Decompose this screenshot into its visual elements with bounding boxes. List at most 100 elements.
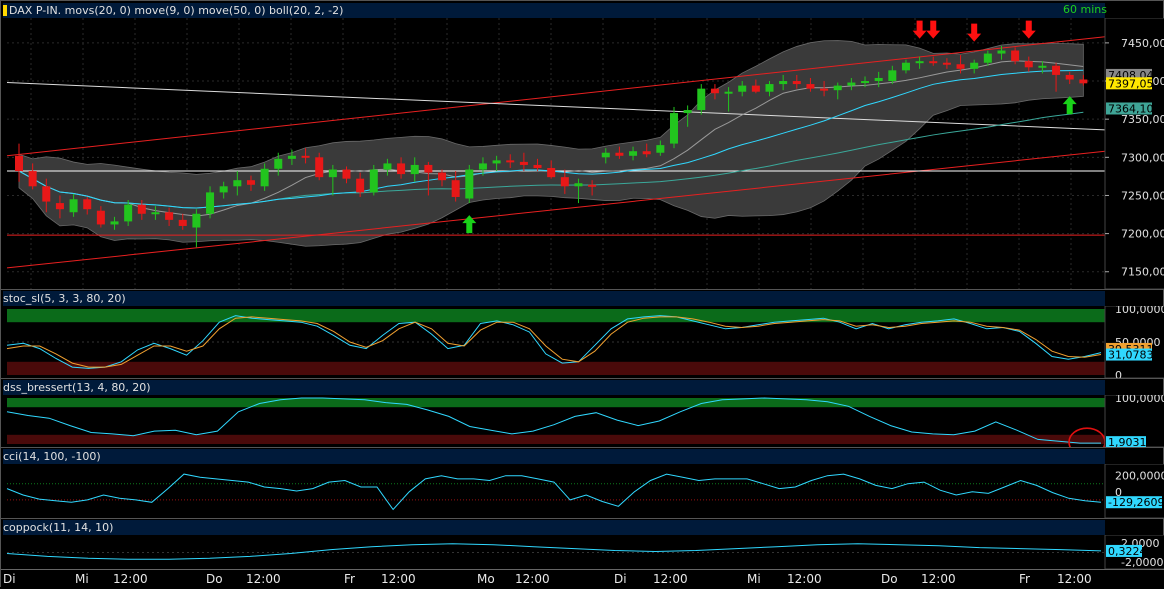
time-axis[interactable]: Di Mi 12:00 Do 12:00 Fr 12:00 Mo 12:00 Di 12:00 Mi 1… [1, 569, 1164, 589]
candle-body [861, 81, 870, 84]
candle-body [151, 212, 160, 215]
candle-body [110, 221, 119, 225]
time-axis-label: 12:00 [381, 572, 416, 586]
buy-arrow-icon [1062, 96, 1077, 115]
candle-body [438, 172, 447, 181]
candle-body [165, 212, 174, 220]
candle-body [342, 169, 351, 179]
candle-body [96, 210, 105, 225]
stoc-header-bar [3, 291, 1105, 306]
panel-separator[interactable] [1, 289, 1164, 290]
candle-body [724, 91, 733, 94]
price-chart[interactable]: 7450,007400,007350,007300,007250,007200,… [1, 18, 1164, 289]
candle-body [806, 84, 815, 89]
candle-body [915, 61, 924, 64]
time-axis-label: Do [881, 572, 898, 586]
candle-body [410, 164, 419, 175]
stoc-tick-label: 100,0000 [1115, 306, 1164, 316]
time-axis-label: Di [3, 572, 16, 586]
panel-separator[interactable] [1, 518, 1164, 519]
candle-body [83, 199, 92, 210]
candle-body [178, 219, 187, 226]
candle-body [233, 180, 242, 187]
candle-body [192, 213, 201, 228]
candle-body [847, 82, 856, 86]
candle-body [274, 158, 283, 169]
candle-body [1052, 65, 1061, 75]
overbought-zone [7, 398, 1105, 408]
price-tick-label: 7150,00 [1121, 266, 1164, 279]
time-axis-label: 12:00 [113, 572, 148, 586]
candle-body [1065, 74, 1074, 80]
time-axis-label: 12:00 [787, 572, 822, 586]
candle-body [642, 151, 651, 155]
sell-arrow-icon [1021, 20, 1036, 39]
stoc-tick-label: 0 [1115, 369, 1122, 378]
price-tick-label: 7250,00 [1121, 189, 1164, 202]
stoc-panel-title: stoc_sl(5, 3, 3, 80, 20) [3, 292, 126, 305]
candle-body [260, 168, 269, 187]
candle-body [983, 53, 992, 63]
dss-chart[interactable]: 100,000001,9031 [1, 395, 1164, 447]
sell-arrow-icon [926, 20, 941, 39]
oversold-zone [7, 434, 1105, 444]
stoc-marker-label: 31,0783 [1108, 349, 1154, 362]
price-tick-label: 7300,00 [1121, 151, 1164, 164]
candle-body [1079, 79, 1088, 84]
dss-header-bar [3, 380, 1105, 395]
candle-body [601, 152, 610, 158]
candle-body [697, 88, 706, 111]
cci-chart[interactable]: 200,00000-129,2609 [1, 464, 1164, 518]
oversold-zone [7, 361, 1105, 375]
candle-body [615, 152, 624, 156]
coppock-marker-label: 0,3224 [1108, 545, 1147, 558]
candle-body [792, 81, 801, 85]
panel-icon [3, 5, 7, 16]
candle-body [15, 155, 23, 172]
candle-body [574, 183, 583, 187]
coppock-header-bar [3, 520, 1105, 535]
stoc-chart[interactable]: 100,000050,0000039,531131,0783 [1, 306, 1164, 378]
candle-body [451, 180, 460, 197]
chart-window: DAX P-IN. movs(20, 0) move(9, 0) move(50… [0, 0, 1164, 589]
price-title-text: DAX P-IN. movs(20, 0) move(9, 0) move(50… [9, 4, 344, 17]
candle-body [356, 178, 365, 193]
timeframe-label: 60 mins [1063, 3, 1107, 16]
candle-body [547, 167, 556, 178]
candle-body [669, 113, 678, 144]
candle-body [28, 171, 37, 187]
candle-body [997, 50, 1006, 54]
candle-body [465, 169, 474, 199]
candle-body [929, 61, 938, 64]
price-marker-label: 7397,05 [1108, 77, 1154, 90]
candle-body [55, 203, 64, 210]
candle-body [751, 85, 760, 92]
dss-panel-title: dss_bressert(13, 4, 80, 20) [3, 381, 151, 394]
candle-body [124, 204, 133, 222]
candle-body [683, 110, 692, 114]
coppock-chart[interactable]: 2,0000-2,00000,3224 [1, 535, 1164, 569]
candle-body [888, 70, 897, 82]
panel-separator[interactable] [1, 447, 1164, 448]
candle-body [956, 64, 965, 69]
cci-tick-label: 200,0000 [1115, 470, 1164, 483]
panel-separator[interactable] [1, 378, 1164, 379]
time-axis-label: 12:00 [653, 572, 688, 586]
candle-body [383, 163, 392, 170]
time-axis-label: 12:00 [1057, 572, 1092, 586]
cci-line [6, 473, 1102, 511]
candle-body [588, 184, 597, 187]
candle-body [328, 169, 337, 178]
price-tick-label: 7450,00 [1121, 37, 1164, 50]
candle-body [478, 163, 487, 170]
candle-body [656, 145, 665, 153]
candle-body [369, 169, 378, 193]
sell-arrow-icon [967, 23, 982, 42]
candle-body [519, 161, 528, 165]
candle-body [820, 88, 829, 91]
dss-marker-label: 1,9031 [1108, 436, 1147, 447]
candle-body [492, 160, 501, 164]
price-panel-title: DAX P-IN. movs(20, 0) move(9, 0) move(50… [3, 3, 343, 18]
candle-body [137, 204, 146, 214]
candle-body [970, 62, 979, 69]
